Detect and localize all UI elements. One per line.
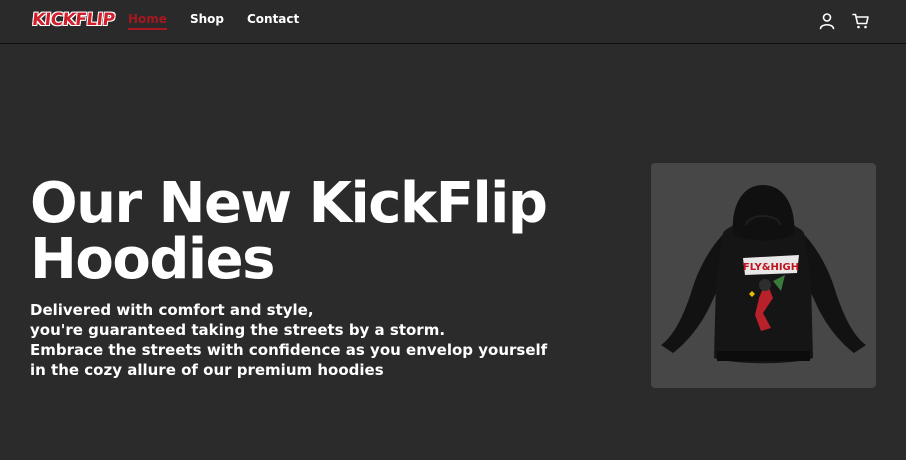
nav-link-home[interactable]: Home: [128, 12, 167, 30]
hero-desc-line-4: in the cozy allure of our premium hoodie…: [30, 361, 384, 379]
hoodie-image: FLY&HIGH: [661, 185, 866, 364]
main-nav: Home Shop Contact: [128, 12, 322, 30]
hero-desc-line-2: you're guaranteed taking the streets by …: [30, 321, 446, 339]
hoodie-product-card[interactable]: FLY&HIGH: [651, 163, 876, 388]
nav-link-shop[interactable]: Shop: [190, 12, 224, 26]
hoodie-graphic-text: FLY&HIGH: [743, 262, 799, 273]
nav-link-contact[interactable]: Contact: [247, 12, 299, 26]
nav-icon-group: [818, 12, 870, 30]
top-navbar: KICKFLIP Home Shop Contact: [0, 0, 906, 44]
hero-description: Delivered with comfort and style, you're…: [30, 300, 590, 380]
hero-title-line-1: Our New KickFlip: [30, 171, 548, 236]
hero-desc-line-1: Delivered with comfort and style,: [30, 301, 314, 319]
hero-title-line-2: Hoodies: [30, 227, 275, 292]
cart-icon[interactable]: [852, 12, 870, 30]
hero-desc-line-3: Embrace the streets with confidence as y…: [30, 341, 548, 359]
hero-title: Our New KickFlip Hoodies: [30, 176, 630, 288]
user-icon[interactable]: [818, 12, 836, 30]
kickflip-logo[interactable]: KICKFLIP: [31, 10, 115, 32]
